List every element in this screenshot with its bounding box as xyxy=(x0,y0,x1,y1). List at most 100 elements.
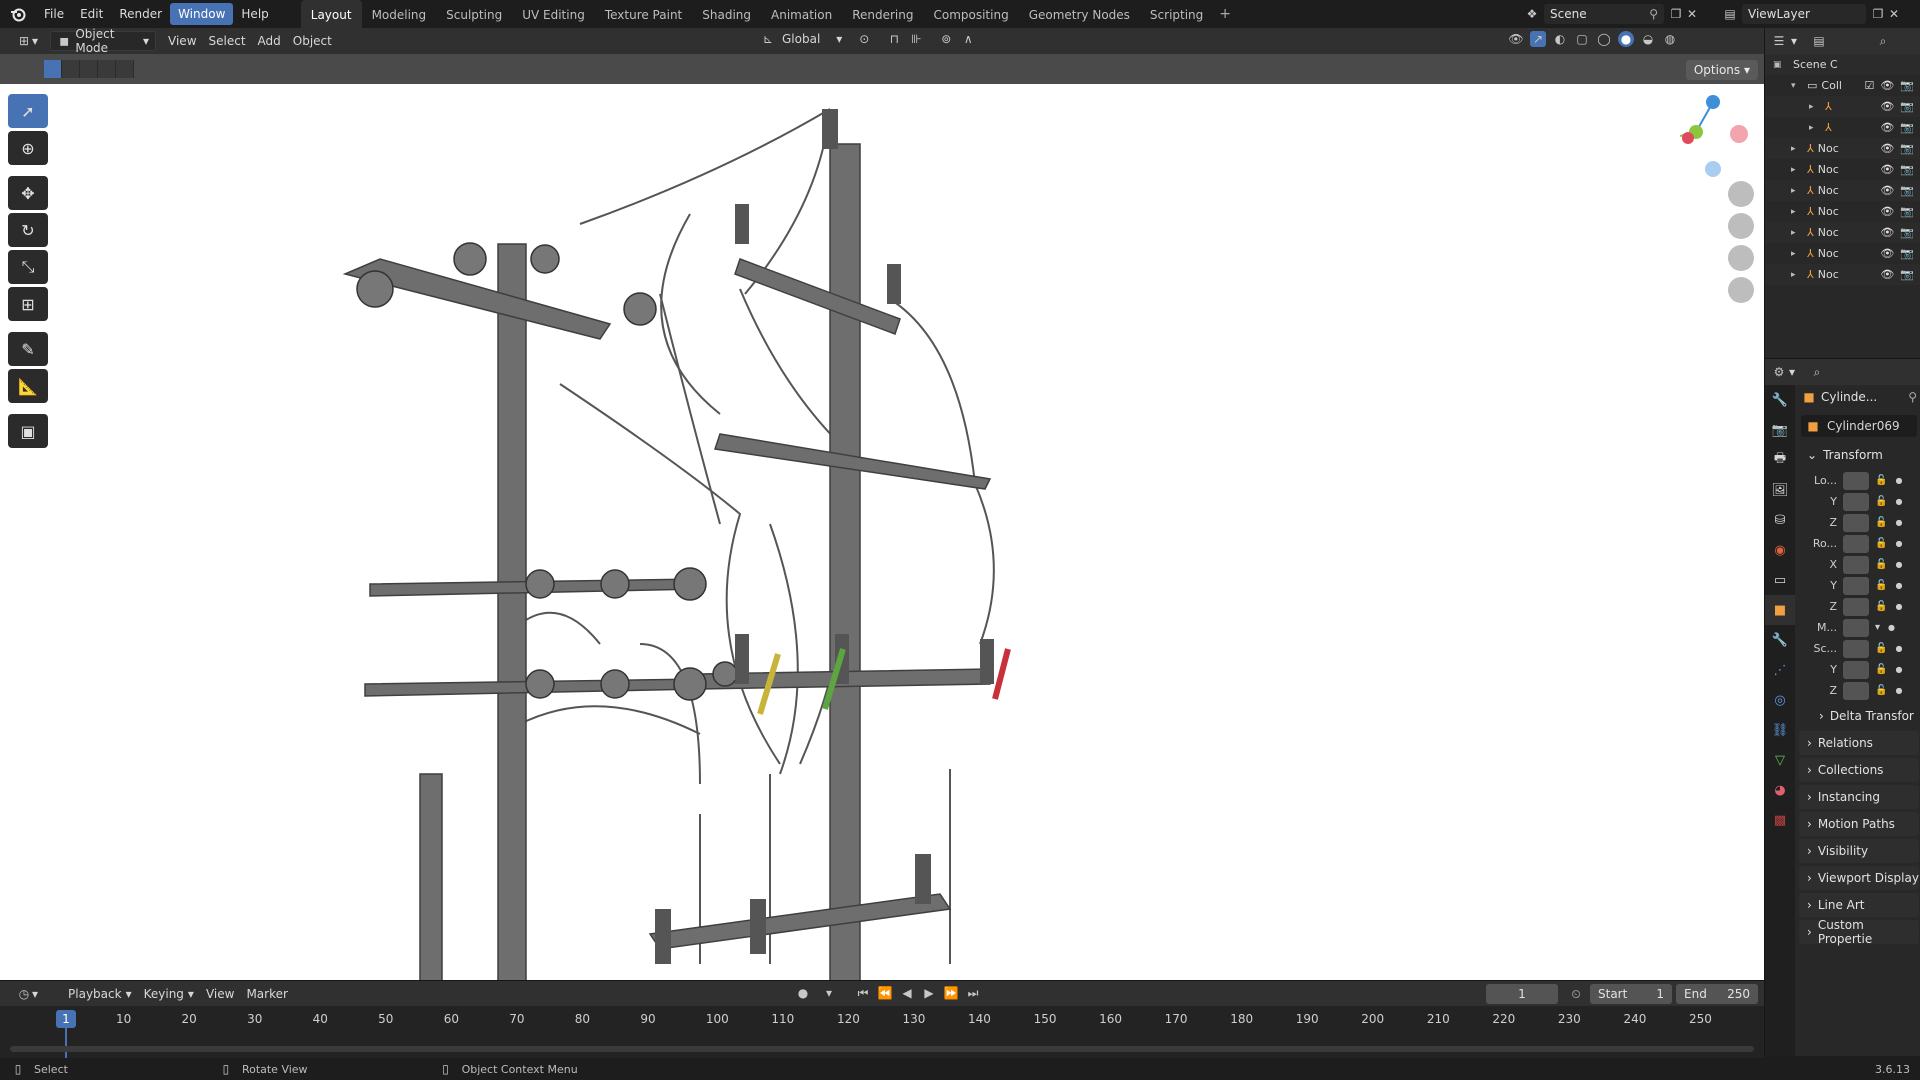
tab-texture-paint[interactable]: Texture Paint xyxy=(595,0,692,28)
keyframe-dot-icon[interactable]: ● xyxy=(1895,686,1902,695)
chevron-right-icon[interactable]: ▸ xyxy=(1791,165,1803,175)
falloff-icon[interactable]: ∧ xyxy=(960,31,976,47)
camera-icon[interactable]: 📷 xyxy=(1900,121,1914,134)
pivot-icon[interactable]: ⊙ xyxy=(856,31,872,47)
3d-viewport[interactable] xyxy=(0,84,1764,980)
menu-render[interactable]: Render xyxy=(111,3,170,25)
keyframe-dot-icon[interactable]: ● xyxy=(1895,518,1902,527)
panel-instancing[interactable]: › Instancing xyxy=(1799,785,1919,809)
menu-edit[interactable]: Edit xyxy=(72,3,111,25)
outliner-row[interactable]: ▸ ⅄ 👁 📷 xyxy=(1765,117,1920,138)
view-layer-tab-icon[interactable]: 🖼 xyxy=(1765,475,1795,505)
timeline-menu-playback[interactable]: Playback ▾ xyxy=(62,984,138,1004)
chevron-down-icon[interactable]: ▾ xyxy=(1875,622,1880,633)
chevron-right-icon[interactable]: ▸ xyxy=(1791,144,1803,154)
chevron-right-icon[interactable]: ▸ xyxy=(1791,186,1803,196)
tab-modeling[interactable]: Modeling xyxy=(362,0,437,28)
select-new-icon[interactable] xyxy=(44,60,62,78)
chevron-right-icon[interactable]: ▸ xyxy=(1809,123,1821,133)
timeline-menu-view[interactable]: View xyxy=(200,984,240,1004)
outliner-row[interactable]: ▸ ⅄ Noc 👁 📷 xyxy=(1765,222,1920,243)
delete-scene-icon[interactable]: ✕ xyxy=(1684,6,1700,22)
transform-orientation[interactable]: ⊾ Global ▾ ⊙ ⊓ ⊪ ⊚ ∧ xyxy=(760,31,976,47)
properties-editor-icon[interactable]: ⚙ xyxy=(1771,364,1787,380)
solid-shading-icon[interactable]: ● xyxy=(1618,31,1634,47)
lock-icon[interactable]: 🔓 xyxy=(1875,559,1887,570)
transform-value-field[interactable] xyxy=(1843,513,1869,532)
lock-icon[interactable]: 🔓 xyxy=(1875,643,1887,654)
lock-icon[interactable]: 🔓 xyxy=(1875,475,1887,486)
material-tab-icon[interactable]: ◕ xyxy=(1765,775,1795,805)
scene-icon[interactable]: ▣ xyxy=(1773,60,1785,70)
search-icon[interactable]: ⌕ xyxy=(1809,364,1825,380)
transform-value-field[interactable] xyxy=(1843,597,1869,616)
keyframe-dot-icon[interactable]: ● xyxy=(1895,644,1902,653)
chevron-right-icon[interactable]: ▸ xyxy=(1791,207,1803,217)
select-invert-icon[interactable] xyxy=(98,60,116,78)
outliner-row[interactable]: ▸ ⅄ Noc 👁 📷 xyxy=(1765,138,1920,159)
object-tab-icon[interactable]: ■ xyxy=(1765,595,1795,625)
next-keyframe-icon[interactable]: ⏩ xyxy=(943,985,959,1001)
scene-tab-icon[interactable]: ⛁ xyxy=(1765,505,1795,535)
rotate-tool[interactable]: ↻ xyxy=(8,213,48,247)
add-workspace-icon[interactable]: + xyxy=(1213,6,1237,22)
transform-value-field[interactable] xyxy=(1843,576,1869,595)
menu-file[interactable]: File xyxy=(36,3,72,25)
eye-icon[interactable]: 👁 xyxy=(1880,121,1894,134)
checkbox-icon[interactable]: ☑ xyxy=(1864,79,1874,92)
eye-icon[interactable]: 👁 xyxy=(1880,163,1894,176)
material-shading-icon[interactable]: ◒ xyxy=(1640,31,1656,47)
xray-icon[interactable]: ▢ xyxy=(1574,31,1590,47)
texture-tab-icon[interactable]: ▩ xyxy=(1765,805,1795,835)
eye-icon[interactable]: 👁 xyxy=(1880,79,1894,92)
proportional-edit-icon[interactable]: ⊚ xyxy=(938,31,954,47)
select-extend-icon[interactable] xyxy=(62,60,80,78)
scene-name-field[interactable]: Scene ⚲ xyxy=(1544,4,1664,24)
panel-line-art[interactable]: › Line Art xyxy=(1799,893,1919,917)
transform-value-field[interactable] xyxy=(1843,681,1869,700)
eye-icon[interactable]: 👁 xyxy=(1880,268,1894,281)
transform-value-field[interactable] xyxy=(1843,660,1869,679)
panel-collections[interactable]: › Collections xyxy=(1799,758,1919,782)
outliner-row[interactable]: ▸ ⅄ Noc 👁 📷 xyxy=(1765,159,1920,180)
prev-keyframe-icon[interactable]: ⏪ xyxy=(877,985,893,1001)
scale-tool[interactable]: ⤡ xyxy=(8,250,48,284)
pin-icon[interactable]: ⚲ xyxy=(1649,7,1658,21)
keyframe-dot-icon[interactable]: ● xyxy=(1895,539,1902,548)
tab-sculpting[interactable]: Sculpting xyxy=(436,0,512,28)
chevron-right-icon[interactable]: ▸ xyxy=(1791,270,1803,280)
wireframe-shading-icon[interactable]: ◯ xyxy=(1596,31,1612,47)
keyframe-dot-icon[interactable]: ● xyxy=(1895,476,1902,485)
tab-rendering[interactable]: Rendering xyxy=(842,0,923,28)
output-tab-icon[interactable]: 🖶 xyxy=(1765,445,1795,475)
transform-value-field[interactable] xyxy=(1843,534,1869,553)
outliner-editor-icon[interactable]: ☰ xyxy=(1771,33,1787,49)
camera-icon[interactable]: 📷 xyxy=(1900,100,1914,113)
rendered-shading-icon[interactable]: ◍ xyxy=(1662,31,1678,47)
tab-uv-editing[interactable]: UV Editing xyxy=(512,0,595,28)
eye-icon[interactable]: 👁 xyxy=(1880,184,1894,197)
jump-start-icon[interactable]: ⏮ xyxy=(855,985,871,1001)
tab-compositing[interactable]: Compositing xyxy=(923,0,1018,28)
outliner-row[interactable]: ▸ ⅄ Noc 👁 📷 xyxy=(1765,243,1920,264)
clock-icon[interactable]: ⏲ xyxy=(1568,986,1584,1002)
new-viewlayer-icon[interactable]: ❐ xyxy=(1870,6,1886,22)
tool-tab-icon[interactable]: 🔧 xyxy=(1765,385,1795,415)
current-frame-field[interactable]: 1 xyxy=(1486,984,1558,1004)
navigation-gizmo[interactable] xyxy=(1679,95,1754,303)
camera-icon[interactable]: 📷 xyxy=(1900,184,1914,197)
cursor-tool[interactable]: ⊕ xyxy=(8,131,48,165)
overlay-icon[interactable]: ◐ xyxy=(1552,31,1568,47)
lock-icon[interactable]: 🔓 xyxy=(1875,517,1887,528)
modifier-tab-icon[interactable]: 🔧 xyxy=(1765,625,1795,655)
keyframe-dot-icon[interactable]: ● xyxy=(1895,581,1902,590)
eye-icon[interactable]: 👁 xyxy=(1880,247,1894,260)
tab-geometry-nodes[interactable]: Geometry Nodes xyxy=(1019,0,1140,28)
viewlayer-selector[interactable]: ▤ ViewLayer ❐ ✕ xyxy=(1722,4,1902,24)
viewport-menu-select[interactable]: Select xyxy=(203,31,252,51)
render-tab-icon[interactable]: 📷 xyxy=(1765,415,1795,445)
panel-custom-propertie[interactable]: › Custom Propertie xyxy=(1799,918,1919,946)
lock-icon[interactable]: 🔓 xyxy=(1875,601,1887,612)
lock-icon[interactable]: 🔓 xyxy=(1875,538,1887,549)
transform-value-field[interactable] xyxy=(1843,555,1869,574)
